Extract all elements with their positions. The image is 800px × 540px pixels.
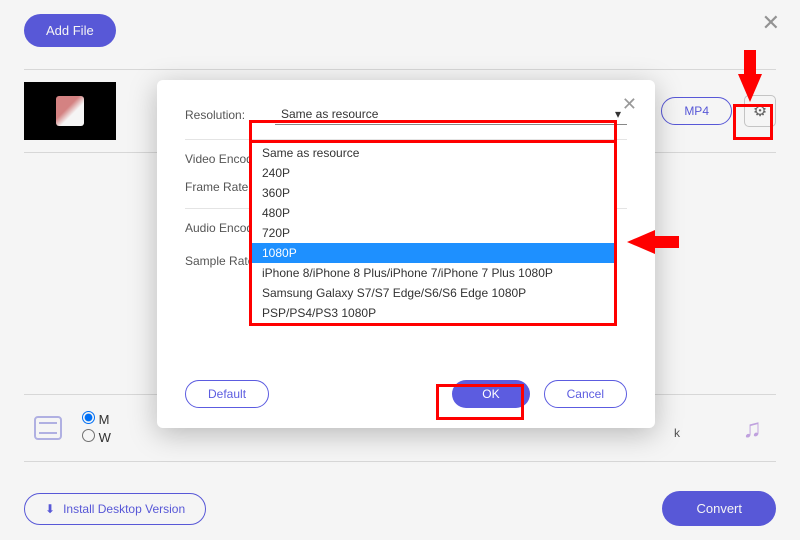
option-240p[interactable]: 240P (252, 163, 614, 183)
resolution-dropdown[interactable]: Same as resource ▾ (275, 104, 627, 125)
resolution-dropdown-list: Same as resource 240P 360P 480P 720P 108… (249, 140, 617, 326)
resolution-label: Resolution: (185, 108, 275, 122)
option-samsung[interactable]: Samsung Galaxy S7/S7 Edge/S6/S6 Edge 108… (252, 283, 614, 303)
dropdown-value: Same as resource (281, 107, 378, 121)
annotation-arrow-icon (627, 230, 655, 254)
cancel-button[interactable]: Cancel (544, 380, 627, 408)
option-same[interactable]: Same as resource (252, 143, 614, 163)
annotation-arrow-icon (738, 74, 762, 102)
option-480p[interactable]: 480P (252, 203, 614, 223)
option-360p[interactable]: 360P (252, 183, 614, 203)
default-button[interactable]: Default (185, 380, 269, 408)
option-1080p[interactable]: 1080P (252, 243, 614, 263)
dialog-close-icon[interactable]: ✕ (622, 94, 637, 115)
option-720p[interactable]: 720P (252, 223, 614, 243)
ok-button[interactable]: OK (452, 380, 529, 408)
option-iphone[interactable]: iPhone 8/iPhone 8 Plus/iPhone 7/iPhone 7… (252, 263, 614, 283)
option-psp[interactable]: PSP/PS4/PS3 1080P (252, 303, 614, 323)
chevron-down-icon: ▾ (615, 107, 621, 121)
